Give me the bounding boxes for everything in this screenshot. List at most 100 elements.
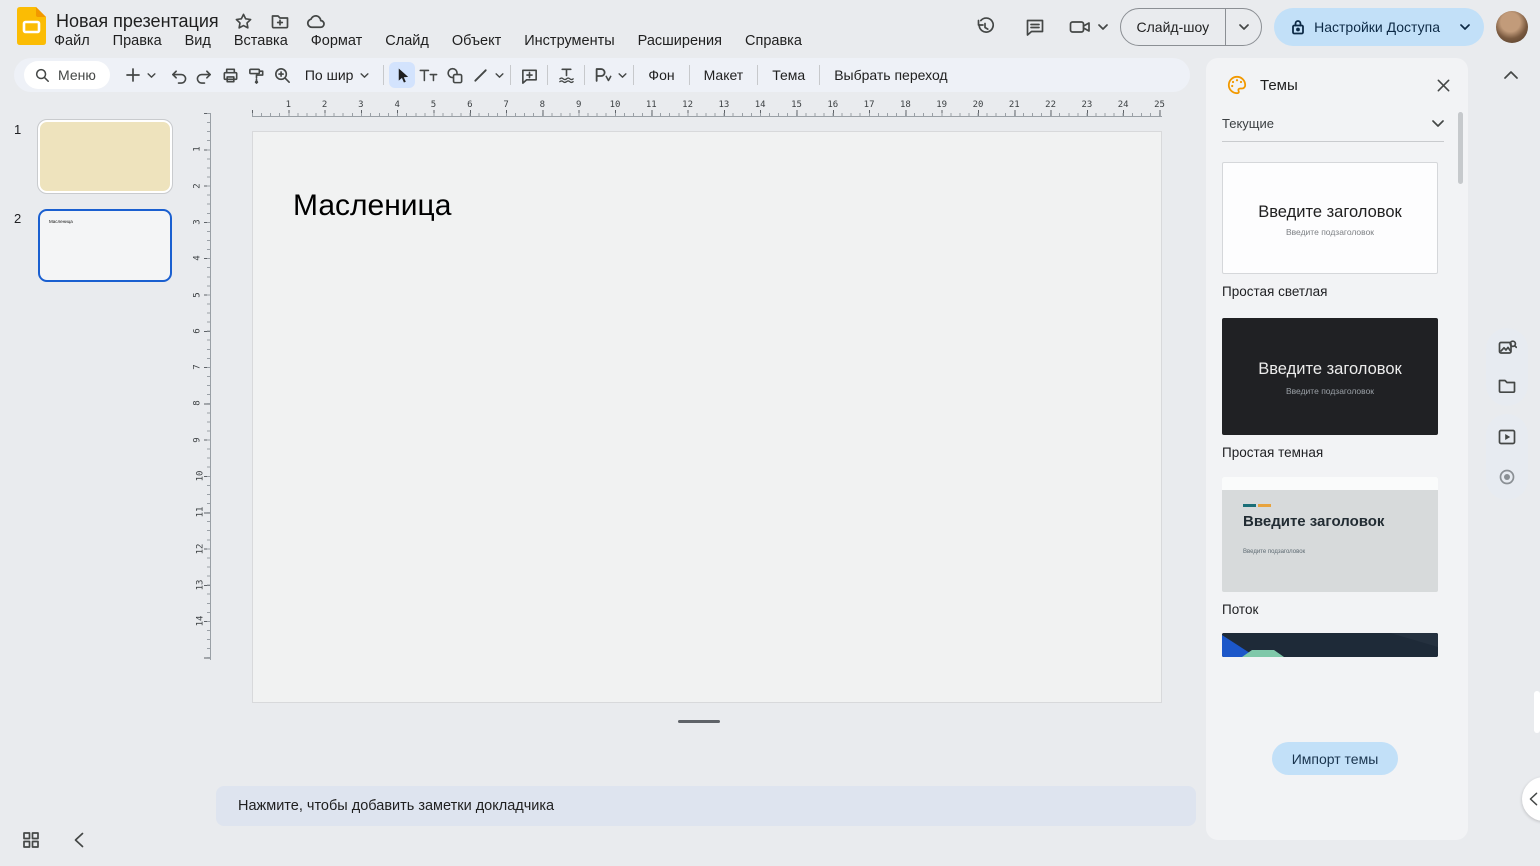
- hide-menus-button[interactable]: [1504, 66, 1518, 84]
- pen-tool-button[interactable]: [590, 62, 616, 88]
- document-status-cloud-icon[interactable]: [305, 10, 327, 32]
- theme-preview-accent-dashes: [1243, 504, 1271, 507]
- theme-button[interactable]: Тема: [763, 62, 814, 88]
- chevron-up-icon: [1504, 71, 1518, 79]
- toolbar-search[interactable]: Меню: [24, 61, 110, 89]
- pen-tool-caret[interactable]: [616, 62, 628, 88]
- share-caret-button[interactable]: [1450, 8, 1480, 46]
- menu-item-edit[interactable]: Правка: [111, 31, 164, 51]
- themes-section-label: Текущие: [1222, 116, 1274, 131]
- vertical-ruler[interactable]: 1 2 3 4 5 6 7 8 9 10 11 12 13 14: [192, 113, 211, 660]
- document-title[interactable]: Новая презентация: [56, 11, 219, 32]
- toolbar-divider: [757, 65, 759, 85]
- menu-item-extensions[interactable]: Расширения: [636, 31, 724, 51]
- record-icon[interactable]: [1490, 460, 1524, 494]
- ruler-number: 4: [192, 255, 203, 261]
- theme-name: Поток: [1222, 602, 1259, 617]
- ruler-number: 6: [192, 328, 203, 334]
- paint-format-button[interactable]: [244, 62, 270, 88]
- speaker-notes-placeholder: Нажмите, чтобы добавить заметки докладчи…: [238, 798, 555, 814]
- print-button[interactable]: [218, 62, 244, 88]
- ruler-number: 17: [863, 100, 875, 110]
- version-history-icon[interactable]: [966, 8, 1004, 46]
- select-tool-button[interactable]: [389, 62, 416, 88]
- line-tool-button[interactable]: [467, 62, 493, 88]
- new-slide-button[interactable]: [120, 62, 146, 88]
- ruler-number: 14: [195, 615, 206, 627]
- account-avatar[interactable]: [1496, 11, 1528, 43]
- pen-icon: [596, 68, 612, 82]
- header-actions: Слайд-шоу Настройки Доступа: [966, 8, 1528, 46]
- chevron-down-icon: [1432, 120, 1444, 127]
- menu-item-view[interactable]: Вид: [183, 31, 213, 51]
- share-button[interactable]: Настройки Доступа: [1274, 8, 1484, 46]
- play-presentation-icon[interactable]: [1490, 420, 1524, 454]
- menu-item-slide[interactable]: Слайд: [383, 31, 431, 51]
- background-button[interactable]: Фон: [639, 62, 683, 88]
- text-box-tool-button[interactable]: [415, 62, 441, 88]
- shape-tool-button[interactable]: [441, 62, 467, 88]
- bottom-left-controls: [20, 829, 90, 851]
- zoom-in-icon: [275, 67, 291, 83]
- undo-button[interactable]: [166, 62, 192, 88]
- ruler-number: 23: [1081, 100, 1093, 110]
- comments-icon[interactable]: [1016, 8, 1054, 46]
- insert-comment-button[interactable]: [516, 62, 542, 88]
- star-icon[interactable]: [233, 10, 255, 32]
- image-search-icon[interactable]: [1490, 331, 1524, 365]
- slides-logo-icon[interactable]: [17, 7, 46, 45]
- theme-option-simple-light[interactable]: Введите заголовок Введите подзаголовок П…: [1222, 162, 1438, 299]
- theme-preview-title: Введите заголовок: [1243, 513, 1385, 530]
- move-to-folder-icon[interactable]: [269, 10, 291, 32]
- grid-view-icon[interactable]: [20, 829, 42, 851]
- ruler-number: 2: [321, 100, 328, 110]
- import-theme-button[interactable]: Импорт темы: [1272, 742, 1398, 775]
- redo-button[interactable]: [192, 62, 218, 88]
- ruler-number: 10: [609, 100, 621, 110]
- menu-item-insert[interactable]: Вставка: [232, 31, 290, 51]
- themes-section-selector[interactable]: Текущие: [1222, 114, 1444, 142]
- slide-1-thumbnail[interactable]: [37, 119, 173, 194]
- transition-button[interactable]: Выбрать переход: [825, 62, 956, 88]
- notes-resize-handle[interactable]: [678, 720, 720, 723]
- layout-button[interactable]: Макет: [695, 62, 753, 88]
- caret-down-icon: [360, 72, 369, 78]
- folder-icon[interactable]: [1490, 369, 1524, 403]
- menu-item-tools[interactable]: Инструменты: [522, 31, 616, 51]
- palette-icon: [1227, 75, 1247, 95]
- collapse-filmstrip-icon[interactable]: [68, 829, 90, 851]
- watermark-button[interactable]: [553, 62, 579, 88]
- ruler-number: 5: [192, 291, 203, 298]
- slide-title-text[interactable]: Масленица: [293, 189, 451, 223]
- menu-item-format[interactable]: Формат: [309, 31, 365, 51]
- speaker-notes-area[interactable]: Нажмите, чтобы добавить заметки докладчи…: [216, 786, 1196, 826]
- menu-item-file[interactable]: Файл: [52, 31, 92, 51]
- zoom-button[interactable]: [270, 62, 296, 88]
- horizontal-ruler[interactable]: 1 2 3 4 5 6 7 8 9 10 11 12 13 14 15 16 17 18 19 20 21 22 23 24 2…: [252, 100, 1165, 117]
- menu-item-object[interactable]: Объект: [450, 31, 503, 51]
- theme-option-simple-dark[interactable]: Введите заголовок Введите подзаголовок П…: [1222, 318, 1438, 460]
- right-edge-scrollbar[interactable]: [1534, 691, 1540, 733]
- line-tool-caret[interactable]: [493, 62, 505, 88]
- toolbar-divider: [584, 65, 586, 85]
- slideshow-button[interactable]: Слайд-шоу: [1121, 9, 1226, 45]
- ruler-number: 12: [195, 543, 206, 555]
- shapes-icon: [447, 67, 463, 83]
- slide-editing-canvas[interactable]: Масленица: [252, 131, 1162, 703]
- camera-caret-down-icon[interactable]: [1097, 24, 1108, 30]
- close-panel-icon[interactable]: [1432, 74, 1454, 96]
- menu-item-help[interactable]: Справка: [743, 31, 804, 51]
- undo-icon: [172, 69, 187, 84]
- theme-option-partial[interactable]: [1222, 633, 1438, 657]
- caret-down-icon: [1238, 24, 1249, 30]
- collapse-side-panel-button[interactable]: [1522, 777, 1540, 821]
- theme-option-flow[interactable]: Введите заголовок Введите подзаголовок П…: [1222, 477, 1438, 617]
- zoom-fit-select[interactable]: По шир: [296, 62, 379, 88]
- slideshow-caret-button[interactable]: [1225, 9, 1261, 45]
- new-slide-caret[interactable]: [146, 62, 158, 88]
- slide-2-thumbnail-selected[interactable]: Масленица: [38, 209, 172, 282]
- ruler-number: 16: [827, 100, 839, 110]
- ruler-number: 9: [192, 436, 203, 443]
- panel-scrollbar-thumb[interactable]: [1458, 112, 1463, 184]
- video-camera-icon[interactable]: [1066, 8, 1094, 46]
